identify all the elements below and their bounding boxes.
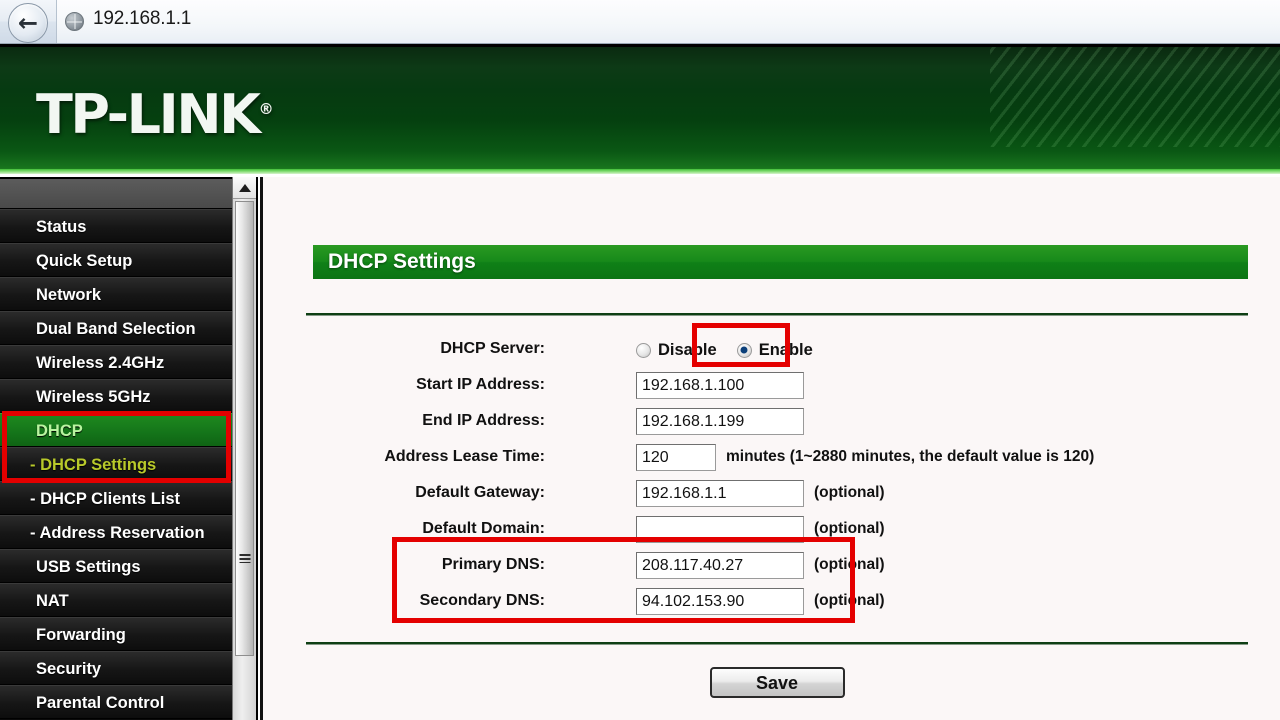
input-default-gateway[interactable]: 192.168.1.1: [636, 480, 804, 507]
sidebar-item-quick-setup[interactable]: Quick Setup: [0, 243, 232, 277]
scrollbar-up-arrow-icon[interactable]: [233, 177, 256, 199]
divider-top: [306, 313, 1248, 316]
radio-label-enable: Enable: [758, 340, 813, 359]
address-bar[interactable]: 192.168.1.1: [56, 0, 1280, 43]
content-left-border: [260, 177, 263, 720]
banner-stripe-decoration: [990, 47, 1280, 147]
sidebar-item-dhcp-settings[interactable]: - DHCP Settings: [0, 447, 232, 481]
form-row-end-ip: End IP Address: 192.168.1.199: [306, 406, 1248, 442]
sidebar-scrollbar[interactable]: [232, 177, 258, 720]
sidebar-item-dual-band-selection[interactable]: Dual Band Selection: [0, 311, 232, 345]
router-admin-screen: ← 192.168.1.1 TP-LINK® Status Quick Setup…: [0, 0, 1280, 720]
form-row-secondary-dns: Secondary DNS: 94.102.153.90 (optional): [306, 586, 1248, 622]
back-arrow-icon: ←: [17, 9, 39, 37]
globe-icon: [65, 12, 84, 31]
sidebar-item-network[interactable]: Network: [0, 277, 232, 311]
sidebar-item-nat[interactable]: NAT: [0, 583, 232, 617]
sidebar-item-wireless-5ghz[interactable]: Wireless 5GHz: [0, 379, 232, 413]
divider-bottom: [306, 642, 1248, 645]
label-secondary-dns: Secondary DNS:: [419, 592, 545, 609]
radio-label-disable: Disable: [658, 340, 717, 359]
sidebar-nav: Status Quick Setup Network Dual Band Select…: [0, 177, 232, 720]
hint-secondary-dns: (optional): [814, 592, 885, 609]
label-lease-time: Address Lease Time:: [384, 448, 545, 465]
page-title-bar: DHCP Settings: [306, 245, 1248, 279]
sidebar-item-usb-settings[interactable]: USB Settings: [0, 549, 232, 583]
sidebar-item-dhcp-clients-list[interactable]: - DHCP Clients List: [0, 481, 232, 515]
label-end-ip: End IP Address:: [422, 412, 545, 429]
input-end-ip[interactable]: 192.168.1.199: [636, 408, 804, 435]
hint-default-gateway: (optional): [814, 484, 885, 501]
hint-default-domain: (optional): [814, 520, 885, 537]
input-default-domain[interactable]: [636, 516, 804, 543]
scrollbar-grip-icon: [239, 554, 250, 563]
input-lease-time[interactable]: 120: [636, 444, 716, 471]
main-content: DHCP Settings DHCP Server: Disable Enabl…: [260, 177, 1280, 720]
form-row-lease-time: Address Lease Time: 120 minutes (1~2880 …: [306, 442, 1248, 478]
radio-dhcp-enable[interactable]: [736, 342, 752, 358]
hint-lease-time: minutes (1~2880 minutes, the default val…: [726, 448, 1095, 465]
page-title: DHCP Settings: [328, 250, 476, 273]
sidebar-item-dhcp[interactable]: DHCP: [0, 413, 232, 447]
form-row-primary-dns: Primary DNS: 208.117.40.27 (optional): [306, 550, 1248, 586]
back-button[interactable]: ←: [8, 3, 48, 43]
sidebar-item-status[interactable]: Status: [0, 209, 232, 243]
sidebar-item-security[interactable]: Security: [0, 651, 232, 685]
sidebar-item-list: Status Quick Setup Network Dual Band Select…: [0, 209, 232, 719]
browser-toolbar: ← 192.168.1.1: [0, 0, 1280, 44]
input-primary-dns[interactable]: 208.117.40.27: [636, 552, 804, 579]
tp-link-logo: TP-LINK®: [36, 83, 274, 146]
save-button-container: Save: [306, 667, 1248, 698]
sidebar-top-spacer: [0, 179, 232, 209]
label-dhcp-server: DHCP Server:: [440, 340, 545, 357]
form-row-dhcp-server: DHCP Server: Disable Enable: [306, 334, 1248, 370]
scrollbar-thumb[interactable]: [235, 201, 254, 656]
sidebar-item-address-reservation[interactable]: - Address Reservation: [0, 515, 232, 549]
registered-trademark-icon: ®: [258, 100, 274, 118]
form-row-default-gateway: Default Gateway: 192.168.1.1 (optional): [306, 478, 1248, 514]
save-button[interactable]: Save: [709, 667, 845, 698]
label-default-domain: Default Domain:: [422, 520, 545, 537]
label-default-gateway: Default Gateway:: [415, 484, 545, 501]
banner-bottom-accent: [0, 169, 1280, 174]
hint-primary-dns: (optional): [814, 556, 885, 573]
radio-dhcp-disable[interactable]: [636, 342, 651, 358]
form-row-default-domain: Default Domain: (optional): [306, 514, 1248, 550]
sidebar-item-forwarding[interactable]: Forwarding: [0, 617, 232, 651]
form-row-start-ip: Start IP Address: 192.168.1.100: [306, 370, 1248, 406]
radio-group-dhcp-server: Disable Enable: [636, 336, 833, 364]
label-primary-dns: Primary DNS:: [441, 556, 545, 573]
tp-link-logo-text: TP-LINK: [36, 83, 261, 146]
sidebar-item-wireless-2-4ghz[interactable]: Wireless 2.4GHz: [0, 345, 232, 379]
input-start-ip[interactable]: 192.168.1.100: [636, 372, 804, 399]
sidebar-item-parental-control[interactable]: Parental Control: [0, 685, 232, 719]
label-start-ip: Start IP Address:: [416, 376, 545, 393]
input-secondary-dns[interactable]: 94.102.153.90: [636, 588, 804, 615]
brand-banner: TP-LINK®: [0, 44, 1280, 174]
address-bar-url: 192.168.1.1: [93, 8, 192, 29]
